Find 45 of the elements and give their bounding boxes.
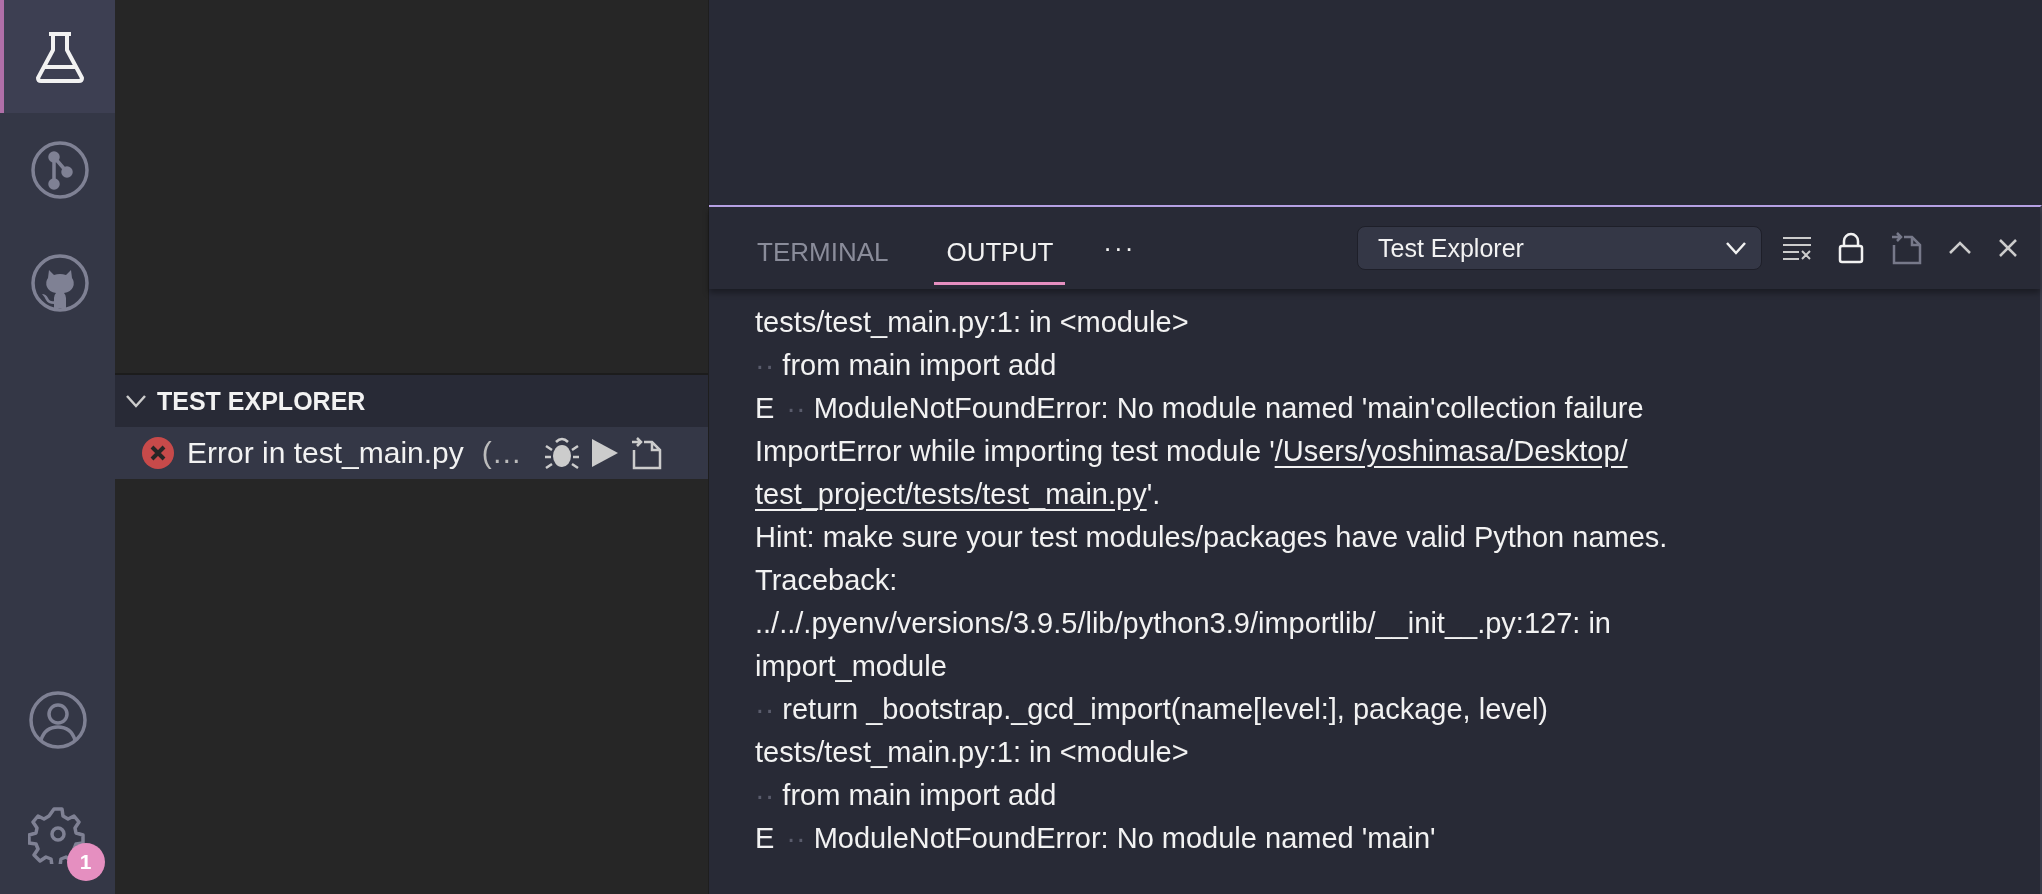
test-description: (…: [481, 436, 522, 470]
play-icon[interactable]: [589, 437, 620, 469]
whitespace-marker: ··: [755, 779, 775, 812]
output-text: tests/test_main.py:1: in <module>: [755, 306, 1189, 339]
file-link[interactable]: test_project/tests/test_main.py: [755, 478, 1147, 511]
file-icon[interactable]: [1890, 231, 1922, 265]
test-label[interactable]: Error in test_main.py: [187, 436, 464, 470]
whitespace-marker: ··: [786, 822, 806, 855]
section-title: TEST EXPLORER: [157, 386, 366, 416]
output-text: ImportError while importing test module ': [755, 435, 1275, 468]
output-text: E: [755, 822, 775, 855]
bug-icon[interactable]: [543, 436, 580, 470]
output-text: return _bootstrap._gcd_import(name[level:], package, level): [782, 693, 1548, 726]
clear-output-icon[interactable]: [1782, 236, 1812, 260]
panel-tab[interactable]: OUTPUT: [934, 223, 1066, 285]
more-actions[interactable]: ···: [1103, 232, 1136, 264]
output-text: tests/test_main.py:1: in <module>: [755, 736, 1189, 769]
flask-icon: [34, 30, 85, 83]
chevron-up-icon[interactable]: [1948, 241, 1972, 255]
channel-dropdown[interactable]: Test Explorer: [1357, 226, 1762, 270]
panel-tab[interactable]: TERMINAL: [745, 223, 901, 285]
github-icon: [29, 252, 90, 313]
file-icon[interactable]: [629, 436, 662, 470]
output-text: ../../.pyenv/versions/3.9.5/lib/python3.9/importlib/__init__.py:127: in: [755, 607, 1611, 640]
notification-badge: 1: [66, 843, 105, 881]
lock-icon[interactable]: [1838, 232, 1864, 264]
output-text: ModuleNotFoundError: No module named 'main'collection failure: [813, 392, 1644, 425]
whitespace-marker: ··: [755, 349, 775, 382]
output-text: from main import add: [782, 779, 1057, 812]
output-text: Hint: make sure your test modules/packages have valid Python names.: [755, 521, 1668, 554]
close-icon[interactable]: [1998, 238, 2018, 258]
output-text: import_module: [755, 650, 947, 683]
output-text: Traceback:: [755, 564, 898, 597]
whitespace-marker: ··: [755, 693, 775, 726]
whitespace-marker: ··: [786, 392, 806, 425]
output-text: '.: [1146, 478, 1161, 511]
output-text: E: [755, 392, 775, 425]
file-link[interactable]: /Users/yoshimasa/Desktop/: [1274, 435, 1628, 468]
activity-item[interactable]: [0, 0, 115, 113]
account-icon: [27, 690, 88, 750]
output-text: from main import add: [782, 349, 1057, 382]
branch-icon: [29, 139, 90, 200]
output-text: ModuleNotFoundError: No module named 'main': [813, 822, 1436, 855]
chevron-icon[interactable]: [125, 394, 147, 408]
chevron-icon: [1725, 241, 1747, 255]
